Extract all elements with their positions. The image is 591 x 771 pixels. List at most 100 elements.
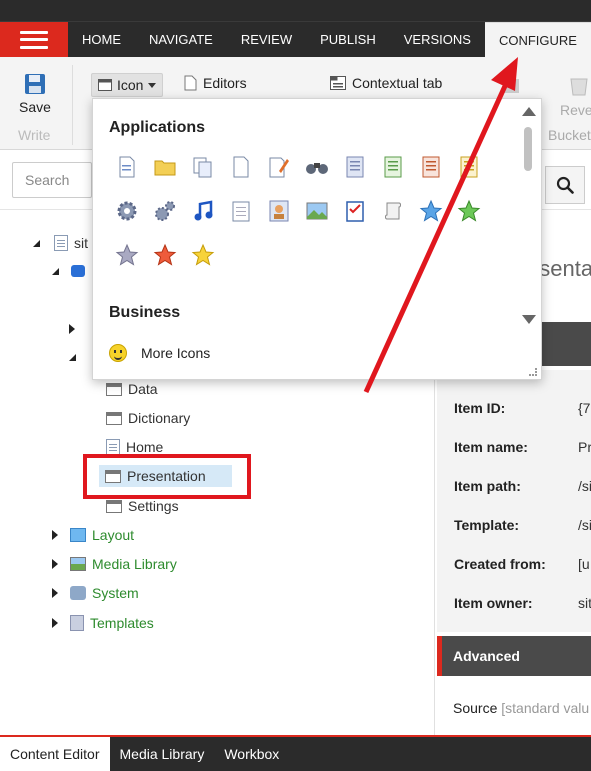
expand-icon[interactable] xyxy=(52,559,58,569)
search-icon xyxy=(556,176,574,194)
sitecore-page-icon xyxy=(54,235,68,251)
highlight-box xyxy=(83,454,251,499)
tree-node-label: Home xyxy=(126,439,164,455)
red-list-icon[interactable] xyxy=(419,155,443,179)
tree-node-sitecore[interactable]: sit xyxy=(33,235,88,251)
search-input[interactable] xyxy=(12,162,92,198)
bottom-application-tabs: Content Editor Media Library Workbox xyxy=(0,735,591,771)
edit-page-icon[interactable] xyxy=(267,155,291,179)
notepad-icon[interactable] xyxy=(229,199,253,223)
save-button[interactable]: Save xyxy=(10,73,60,115)
tab-review[interactable]: REVIEW xyxy=(227,22,306,57)
item-path-label: Item path: xyxy=(454,478,521,494)
popup-scrollbar[interactable] xyxy=(519,105,537,375)
music-note-icon[interactable] xyxy=(191,199,215,223)
picture-icon[interactable] xyxy=(305,199,329,223)
gray-star-icon[interactable] xyxy=(115,243,139,267)
tree-node-system[interactable]: System xyxy=(52,585,139,601)
more-icons-label: More Icons xyxy=(141,345,211,361)
tree-node-label: Dictionary xyxy=(128,410,191,426)
editors-button[interactable]: Editors xyxy=(184,75,247,91)
expand-icon[interactable] xyxy=(52,530,58,540)
green-list-icon[interactable] xyxy=(381,155,405,179)
tree-node-templates[interactable]: Templates xyxy=(52,615,154,631)
item-id-value: {7 xyxy=(578,400,591,416)
yellow-star-icon[interactable] xyxy=(191,243,215,267)
tab-content-editor[interactable]: Content Editor xyxy=(0,737,110,771)
icon-dropdown-button[interactable]: Icon xyxy=(91,73,164,97)
folder-icon xyxy=(106,382,122,396)
bucket-button-label[interactable]: Bucket xyxy=(548,127,591,143)
tab-home[interactable]: HOME xyxy=(68,22,135,57)
green-star-icon[interactable] xyxy=(457,199,481,223)
scroll-icon[interactable] xyxy=(381,199,405,223)
checklist-icon[interactable] xyxy=(343,199,367,223)
documents-icon[interactable] xyxy=(191,155,215,179)
scroll-up-icon[interactable] xyxy=(522,107,536,116)
group-title-business: Business xyxy=(109,304,181,321)
template-value: /si xyxy=(578,517,591,533)
tree-node-label: Templates xyxy=(90,615,154,631)
tree-node-expanded[interactable] xyxy=(69,354,76,361)
source-label: Source xyxy=(453,700,498,716)
ribbon-tabs: HOME NAVIGATE REVIEW PUBLISH VERSIONS CO… xyxy=(68,22,591,57)
tree-node-layout[interactable]: Layout xyxy=(52,527,134,543)
tab-workbox[interactable]: Workbox xyxy=(214,737,289,771)
blank-page-icon[interactable] xyxy=(229,155,253,179)
binoculars-icon[interactable] xyxy=(305,155,329,179)
tab-versions[interactable]: VERSIONS xyxy=(390,22,485,57)
reset-icon xyxy=(503,79,519,93)
tree-node-collapsed[interactable] xyxy=(69,324,75,334)
templates-icon xyxy=(70,615,84,631)
collapse-icon[interactable] xyxy=(69,354,76,361)
scrollbar-thumb[interactable] xyxy=(524,127,532,171)
search-button[interactable] xyxy=(545,166,585,204)
smiley-icon xyxy=(109,344,127,362)
folder-icon[interactable] xyxy=(153,155,177,179)
tab-configure[interactable]: CONFIGURE xyxy=(484,22,591,57)
system-icon xyxy=(70,586,86,600)
expand-icon[interactable] xyxy=(52,618,58,628)
item-name-label: Item name: xyxy=(454,439,528,455)
gears-icon[interactable] xyxy=(153,199,177,223)
folder-icon xyxy=(106,499,122,513)
page-icon xyxy=(106,439,120,455)
user-card-icon[interactable] xyxy=(267,199,291,223)
collapse-icon[interactable] xyxy=(52,267,59,275)
expand-icon[interactable] xyxy=(52,588,58,598)
folder-icon xyxy=(106,411,122,425)
list-page-icon[interactable] xyxy=(343,155,367,179)
tab-media-library[interactable]: Media Library xyxy=(110,737,215,771)
source-field-label: Source [standard valu xyxy=(453,700,589,716)
tab-publish[interactable]: PUBLISH xyxy=(306,22,390,57)
resize-grip-icon[interactable] xyxy=(529,368,537,376)
gear-icon[interactable] xyxy=(115,199,139,223)
tree-node-dictionary[interactable]: Dictionary xyxy=(106,410,190,426)
tree-node-data[interactable]: Data xyxy=(106,381,158,397)
document-icon[interactable] xyxy=(115,155,139,179)
red-star-icon[interactable] xyxy=(153,243,177,267)
icon-picker-icon xyxy=(98,79,112,91)
created-from-value: [u xyxy=(578,556,590,572)
scroll-down-icon[interactable] xyxy=(522,315,536,324)
group-title-applications: Applications xyxy=(109,119,206,136)
expand-icon[interactable] xyxy=(69,324,75,334)
blue-star-icon[interactable] xyxy=(419,199,443,223)
more-icons-button[interactable]: More Icons xyxy=(109,344,210,362)
yellow-list-icon[interactable] xyxy=(457,155,481,179)
tree-node-media-library[interactable]: Media Library xyxy=(52,556,177,572)
tree-node-content[interactable] xyxy=(52,265,85,277)
source-standard-value: [standard valu xyxy=(501,700,590,716)
icon-dropdown-label: Icon xyxy=(117,77,144,93)
advanced-section-header[interactable]: Advanced xyxy=(437,636,591,676)
contextual-tab-button[interactable]: Contextual tab xyxy=(330,75,442,91)
tree-node-home[interactable]: Home xyxy=(106,439,163,455)
collapse-icon[interactable] xyxy=(33,239,40,247)
hamburger-menu-icon[interactable] xyxy=(0,22,68,57)
tree-node-label: sit xyxy=(74,235,88,251)
layout-icon xyxy=(70,528,86,542)
revert-button-label[interactable]: Reve xyxy=(560,102,591,118)
tab-navigate[interactable]: NAVIGATE xyxy=(135,22,227,57)
tree-node-settings[interactable]: Settings xyxy=(106,498,179,514)
chevron-down-icon xyxy=(148,82,157,88)
